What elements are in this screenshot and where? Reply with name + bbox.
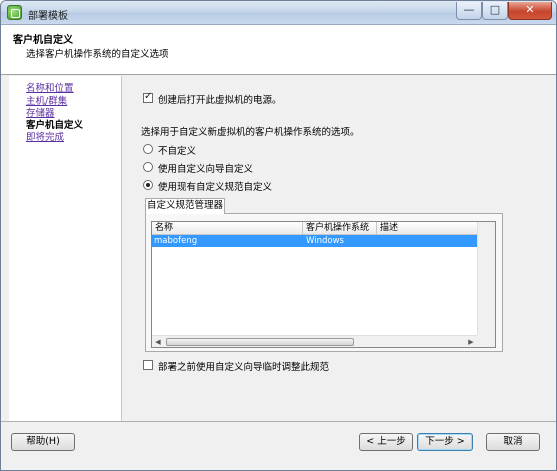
spec-list[interactable]: 名称 客户机操作系统 描述 mabofeng Windows ◀ ▶ bbox=[151, 221, 496, 348]
minimize-button[interactable]: — bbox=[456, 2, 482, 20]
scroll-corner bbox=[477, 335, 495, 347]
window-title: 部署模板 bbox=[28, 11, 68, 22]
help-button[interactable]: 帮助(H) bbox=[11, 433, 75, 451]
tab-spec-manager[interactable]: 自定义规范管理器 bbox=[145, 198, 225, 214]
customization-prompt: 选择用于自定义新虚拟机的客户机操作系统的选项。 bbox=[141, 127, 360, 138]
maximize-button[interactable]: □ bbox=[482, 2, 508, 20]
vsphere-app-icon bbox=[7, 5, 22, 20]
radio-wizard-customize-label: 使用自定义向导自定义 bbox=[158, 164, 254, 175]
title-bar[interactable]: 部署模板 — □ ✕ bbox=[1, 1, 556, 25]
wizard-content: 创建后打开此虚拟机的电源。 选择用于自定义新虚拟机的客户机操作系统的选项。 不自… bbox=[123, 76, 556, 421]
wizard-header: 客户机自定义 选择客户机操作系统的自定义选项 bbox=[1, 25, 556, 75]
horizontal-scrollbar[interactable]: ◀ ▶ bbox=[152, 335, 477, 347]
next-button[interactable]: 下一步 > bbox=[417, 433, 473, 451]
wizard-steps-nav: 名称和位置 主机/群集 存储器 客户机自定义 即将完成 bbox=[9, 76, 122, 421]
adjust-spec-label: 部署之前使用自定义向导临时调整此规范 bbox=[158, 362, 330, 373]
close-button[interactable]: ✕ bbox=[508, 2, 552, 20]
nav-step-ready-to-complete[interactable]: 即将完成 bbox=[26, 129, 64, 143]
deploy-template-dialog: 部署模板 — □ ✕ 客户机自定义 选择客户机操作系统的自定义选项 名称和位置 … bbox=[0, 0, 557, 471]
scroll-left-arrow-icon[interactable]: ◀ bbox=[152, 336, 164, 348]
column-header-guest-os[interactable]: 客户机操作系统 bbox=[303, 222, 377, 235]
wizard-footer: 帮助(H) < 上一步 下一步 > 取消 bbox=[1, 421, 556, 470]
column-header-name[interactable]: 名称 bbox=[152, 222, 303, 235]
power-on-label: 创建后打开此虚拟机的电源。 bbox=[158, 95, 282, 106]
power-on-checkbox[interactable] bbox=[143, 91, 153, 103]
page-subtitle: 选择客户机操作系统的自定义选项 bbox=[26, 49, 169, 60]
scroll-right-arrow-icon[interactable]: ▶ bbox=[465, 336, 477, 348]
radio-existing-spec[interactable] bbox=[143, 180, 153, 190]
back-button[interactable]: < 上一步 bbox=[359, 433, 413, 451]
column-header-description[interactable]: 描述 bbox=[377, 222, 477, 235]
cancel-button[interactable]: 取消 bbox=[486, 433, 540, 451]
radio-no-customize[interactable] bbox=[143, 144, 153, 154]
radio-wizard-customize[interactable] bbox=[143, 162, 153, 172]
scroll-thumb[interactable] bbox=[166, 338, 354, 346]
page-title: 客户机自定义 bbox=[13, 35, 73, 46]
radio-no-customize-label: 不自定义 bbox=[158, 146, 197, 157]
row-os-cell: Windows bbox=[306, 236, 344, 246]
adjust-spec-checkbox[interactable] bbox=[143, 360, 153, 370]
table-row[interactable]: mabofeng Windows bbox=[152, 235, 477, 247]
radio-existing-spec-label: 使用现有自定义规范自定义 bbox=[158, 182, 273, 193]
nav-step-name-location[interactable]: 名称和位置 bbox=[26, 80, 74, 94]
row-name-cell: mabofeng bbox=[154, 236, 198, 246]
vertical-scrollbar[interactable] bbox=[477, 222, 495, 347]
